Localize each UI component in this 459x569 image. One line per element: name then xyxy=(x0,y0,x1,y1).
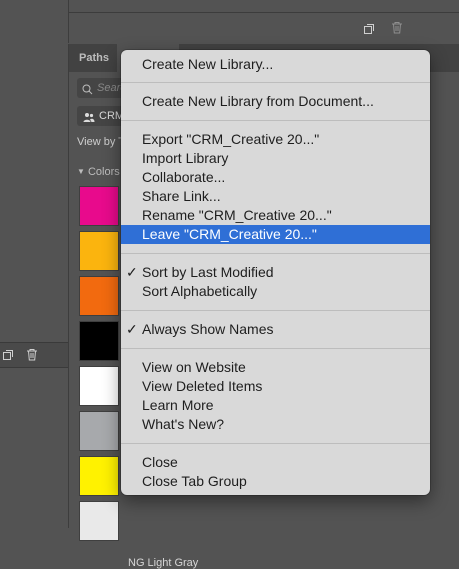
checkmark-icon: ✓ xyxy=(126,321,138,337)
upper-panel xyxy=(68,0,459,43)
menu-item-close[interactable]: Close xyxy=(121,453,430,472)
menu-item-label: Create New Library from Document... xyxy=(142,93,374,109)
color-swatch[interactable] xyxy=(79,276,119,316)
color-swatch[interactable] xyxy=(79,456,119,496)
menu-separator xyxy=(121,348,430,349)
colors-section-header[interactable]: ▼ Colors xyxy=(77,166,120,178)
left-panel xyxy=(0,0,68,528)
library-options-menu: Create New Library... Create New Library… xyxy=(121,50,430,495)
menu-item-share-link[interactable]: Share Link... xyxy=(121,187,430,206)
menu-item-sort-last-modified[interactable]: ✓ Sort by Last Modified xyxy=(121,263,430,282)
upper-panel-divider xyxy=(69,12,459,13)
swatch-name-label: NG Light Gray xyxy=(128,557,199,569)
color-swatch[interactable] xyxy=(79,501,119,541)
menu-separator xyxy=(121,120,430,121)
menu-item-create-new-library[interactable]: Create New Library... xyxy=(121,55,430,74)
menu-item-whats-new[interactable]: What's New? xyxy=(121,415,430,434)
menu-item-label: Sort Alphabetically xyxy=(142,283,258,299)
menu-item-label: Collaborate... xyxy=(142,169,226,185)
disclosure-triangle-icon: ▼ xyxy=(77,167,85,176)
view-by-label[interactable]: View by T xyxy=(77,136,125,148)
menu-item-label: Create New Library... xyxy=(142,56,274,72)
menu-item-label: Import Library xyxy=(142,150,229,166)
menu-item-label: What's New? xyxy=(142,416,225,432)
menu-item-label: Close xyxy=(142,454,178,470)
menu-item-rename[interactable]: Rename "CRM_Creative 20..." xyxy=(121,206,430,225)
shared-library-icon xyxy=(83,110,95,130)
menu-item-label: View Deleted Items xyxy=(142,378,263,394)
menu-item-label: Learn More xyxy=(142,397,214,413)
menu-item-always-show-names[interactable]: ✓ Always Show Names xyxy=(121,320,430,339)
tab-paths-label: Paths xyxy=(79,52,109,64)
menu-item-sort-alphabetically[interactable]: Sort Alphabetically xyxy=(121,282,430,301)
menu-item-view-on-website[interactable]: View on Website xyxy=(121,358,430,377)
trash-icon[interactable] xyxy=(26,348,40,362)
menu-item-close-tab-group[interactable]: Close Tab Group xyxy=(121,472,430,491)
menu-item-label: Always Show Names xyxy=(142,321,274,337)
menu-item-view-deleted-items[interactable]: View Deleted Items xyxy=(121,377,430,396)
menu-separator xyxy=(121,82,430,83)
menu-item-label: Export "CRM_Creative 20..." xyxy=(142,131,320,147)
menu-item-learn-more[interactable]: Learn More xyxy=(121,396,430,415)
color-swatch[interactable] xyxy=(79,366,119,406)
new-layer-icon[interactable] xyxy=(363,22,377,36)
menu-item-label: View on Website xyxy=(142,359,246,375)
menu-item-import-library[interactable]: Import Library xyxy=(121,149,430,168)
checkmark-icon: ✓ xyxy=(126,264,138,280)
menu-item-label: Leave "CRM_Creative 20..." xyxy=(142,226,317,242)
menu-item-leave[interactable]: Leave "CRM_Creative 20..." xyxy=(121,225,430,244)
menu-item-label: Share Link... xyxy=(142,188,221,204)
left-panel-footer xyxy=(0,342,68,368)
color-swatch[interactable] xyxy=(79,186,119,226)
trash-icon[interactable] xyxy=(391,21,405,35)
menu-item-collaborate[interactable]: Collaborate... xyxy=(121,168,430,187)
color-swatch[interactable] xyxy=(79,231,119,271)
menu-item-label: Rename "CRM_Creative 20..." xyxy=(142,207,332,223)
menu-separator xyxy=(121,310,430,311)
menu-item-create-from-document[interactable]: Create New Library from Document... xyxy=(121,92,430,111)
new-layer-icon[interactable] xyxy=(2,348,16,362)
menu-item-export[interactable]: Export "CRM_Creative 20..." xyxy=(121,130,430,149)
menu-separator xyxy=(121,253,430,254)
color-swatch[interactable] xyxy=(79,411,119,451)
color-swatch[interactable] xyxy=(79,321,119,361)
menu-separator xyxy=(121,443,430,444)
menu-item-label: Sort by Last Modified xyxy=(142,264,274,280)
search-icon xyxy=(82,82,93,102)
tab-paths[interactable]: Paths xyxy=(69,44,116,72)
menu-item-label: Close Tab Group xyxy=(142,473,247,489)
colors-section-label: Colors xyxy=(87,166,120,178)
